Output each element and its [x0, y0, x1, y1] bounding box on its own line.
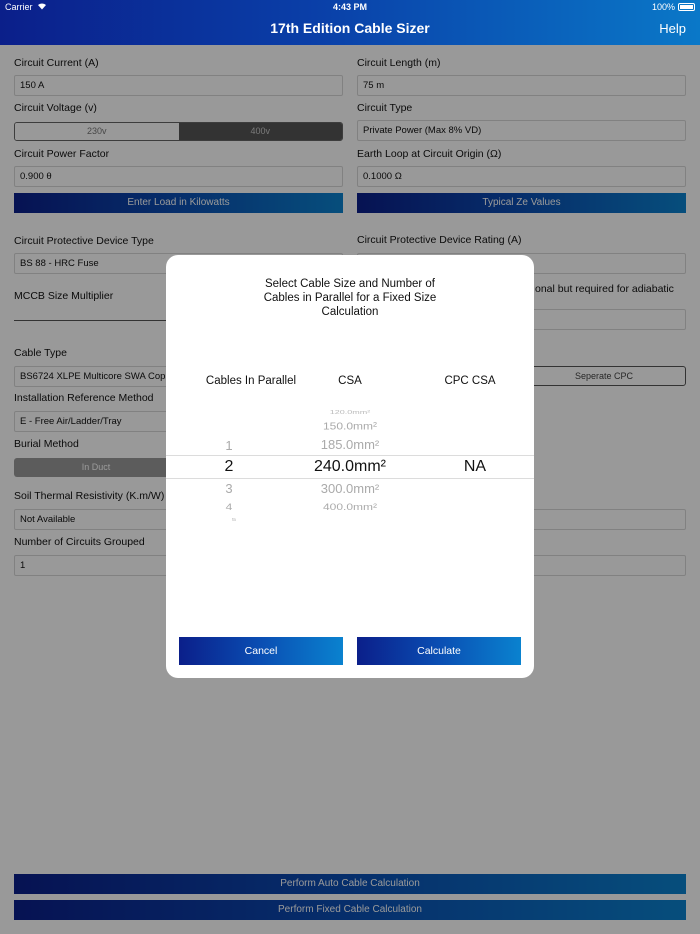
help-button[interactable]: Help	[659, 21, 686, 36]
picker-item-selected[interactable]: 240.0mm²	[300, 458, 400, 476]
modal-title-line: Calculation	[321, 306, 379, 318]
battery-icon	[678, 3, 695, 11]
column-header-csa: CSA	[338, 375, 362, 387]
modal-title-line: Select Cable Size and Number of	[264, 278, 436, 290]
picker-selection-bottom	[166, 478, 534, 479]
modal-title-line: Cables in Parallel for a Fixed Size	[263, 292, 437, 304]
cancel-button[interactable]: Cancel	[179, 637, 343, 665]
picker-item[interactable]: 300.0mm²	[300, 481, 400, 496]
picker-item-selected[interactable]: NA	[420, 458, 530, 476]
picker-item[interactable]: 1	[204, 438, 254, 453]
status-time: 4:43 PM	[332, 2, 367, 12]
battery-percent: 100%	[651, 2, 675, 12]
picker-item[interactable]: 150.0mm²	[300, 420, 400, 432]
picker-item[interactable]: 3	[204, 481, 254, 496]
app-title: 17th Edition Cable Sizer	[270, 20, 430, 36]
status-battery: 100%	[652, 2, 695, 12]
picker-item-selected[interactable]: 2	[204, 458, 254, 476]
picker-item[interactable]: 400.0mm²	[300, 501, 400, 512]
picker-item[interactable]: 120.0mm²	[300, 409, 400, 415]
navigation-bar: Carrier 4:43 PM 100% 17th Edition Cable …	[0, 0, 700, 45]
column-header-cpc-csa: CPC CSA	[444, 375, 496, 387]
calculate-button[interactable]: Calculate	[357, 637, 521, 665]
column-header-parallel: Cables In Parallel	[205, 375, 297, 387]
picker-item[interactable]: 4	[204, 501, 254, 512]
picker-item[interactable]: 5	[209, 517, 259, 522]
modal-title: Select Cable Size and Number of Cables i…	[166, 277, 534, 319]
picker-item[interactable]: 185.0mm²	[300, 437, 400, 452]
fixed-size-modal: Select Cable Size and Number of Cables i…	[166, 255, 534, 678]
picker-selection-top	[166, 455, 534, 456]
